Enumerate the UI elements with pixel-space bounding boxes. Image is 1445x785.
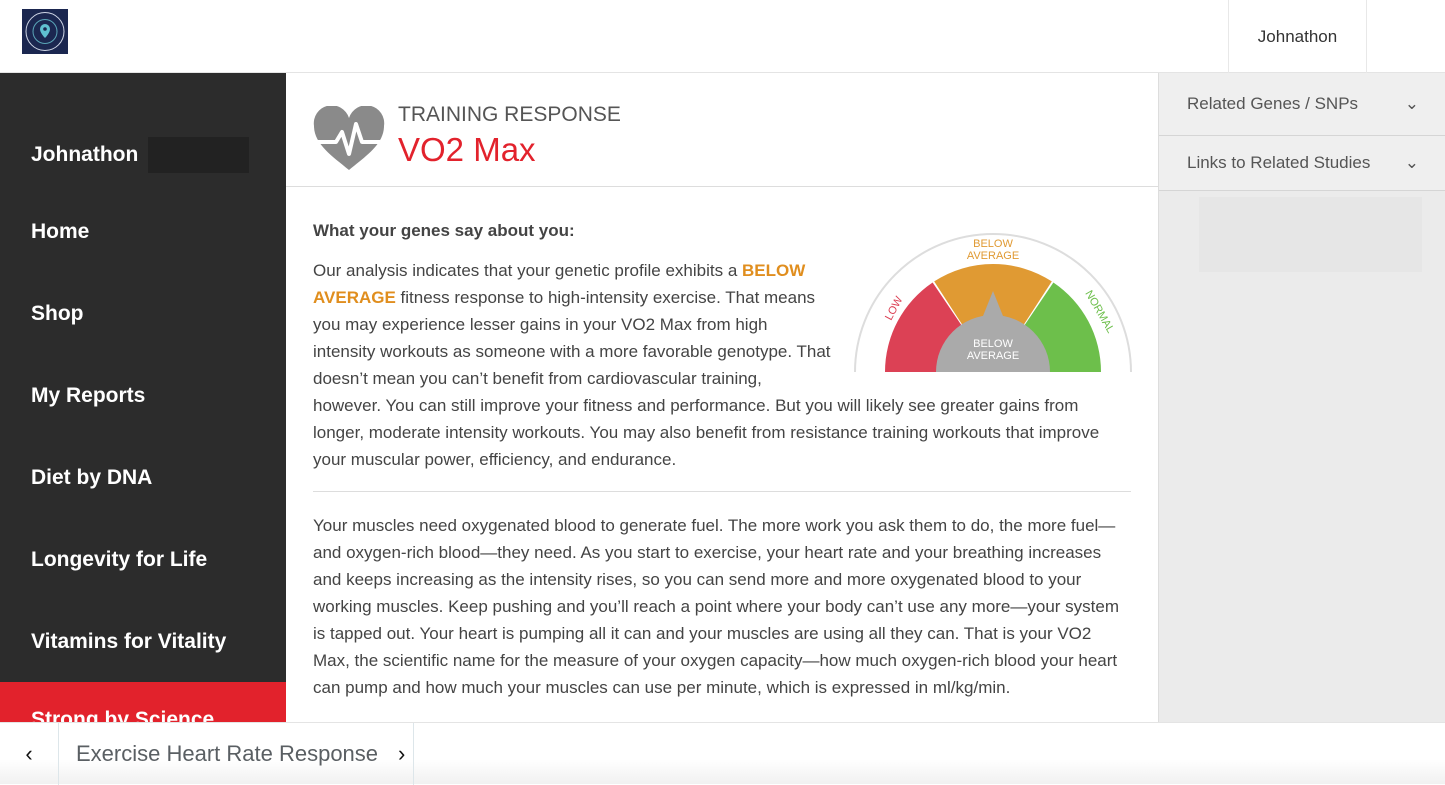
chevron-left-icon: ‹ [25, 741, 33, 766]
chevron-down-icon: ⌄ [1404, 94, 1419, 113]
gauge-label-below-average-2: AVERAGE [967, 250, 1019, 262]
redacted-surname [148, 137, 250, 173]
report-navigation: ‹ Exercise Heart Rate Response › [0, 722, 1445, 785]
vo2-explanation: Your muscles need oxygenated blood to ge… [313, 516, 1120, 697]
accordion-related-genes[interactable]: Related Genes / SNPs ⌄ [1159, 73, 1445, 136]
sidebar-item-home[interactable]: Home [0, 191, 286, 273]
sidebar-user: Johnathon [31, 137, 250, 173]
placeholder-box [1199, 197, 1422, 272]
summary-text: Our analysis indicates that your genetic… [313, 261, 743, 280]
right-panel: Related Genes / SNPs ⌄ Links to Related S… [1158, 73, 1445, 723]
sidebar-item-label: My Reports [31, 384, 146, 407]
chevron-right-icon: › [398, 741, 406, 766]
user-name: Johnathon [1257, 26, 1338, 46]
page-title: VO2 Max [398, 131, 536, 168]
sidebar-item-vitamins[interactable]: Vitamins for Vitality [0, 601, 286, 683]
sidebar-item-strong-by-science[interactable]: Strong by Science [0, 682, 286, 723]
sidebar-user-name: Johnathon [31, 143, 139, 166]
report-header: TRAINING RESPONSE VO2 Max [286, 73, 1158, 187]
sidebar-item-diet-by-dna[interactable]: Diet by DNA [0, 437, 286, 519]
sidebar-item-label: Longevity for Life [31, 548, 208, 571]
sidebar-item-label: Home [31, 220, 90, 243]
report-category: TRAINING RESPONSE [398, 103, 621, 126]
sidebar-item-label: Strong by Science [31, 708, 215, 723]
top-bar: Johnathon [0, 0, 1445, 73]
sidebar: Johnathon Home Shop My Reports Diet by D… [0, 73, 286, 723]
report-main: TRAINING RESPONSE VO2 Max What your gene… [286, 73, 1158, 723]
result-gauge: BELOW AVERAGE BELOW AVERAGE LOW NORMAL [854, 233, 1132, 373]
gauge-result-line2: AVERAGE [967, 350, 1019, 362]
divider [313, 491, 1131, 492]
next-report-button[interactable]: Exercise Heart Rate Response › [59, 723, 414, 785]
report-content: What your genes say about you: BELOW AVE… [286, 187, 1158, 701]
sidebar-item-shop[interactable]: Shop [0, 273, 286, 355]
gauge-result-line1: BELOW [973, 338, 1013, 350]
logo[interactable] [22, 9, 68, 54]
accordion-label: Links to Related Studies [1187, 153, 1371, 172]
sidebar-item-label: Shop [31, 302, 84, 325]
sidebar-item-longevity[interactable]: Longevity for Life [0, 519, 286, 601]
prev-report-button[interactable]: ‹ [0, 723, 59, 785]
user-menu[interactable]: Johnathon [1228, 0, 1367, 73]
heart-pulse-icon [313, 106, 385, 170]
chevron-down-icon: ⌄ [1404, 153, 1419, 172]
sidebar-item-label: Vitamins for Vitality [31, 630, 227, 653]
accordion-related-studies[interactable]: Links to Related Studies ⌄ [1159, 136, 1445, 191]
gauge-label-below-average-1: BELOW [973, 238, 1013, 250]
sidebar-item-label: Diet by DNA [31, 466, 153, 489]
accordion-label: Related Genes / SNPs [1187, 94, 1359, 113]
next-report-label: Exercise Heart Rate Response [76, 741, 379, 766]
sidebar-item-my-reports[interactable]: My Reports [0, 355, 286, 437]
